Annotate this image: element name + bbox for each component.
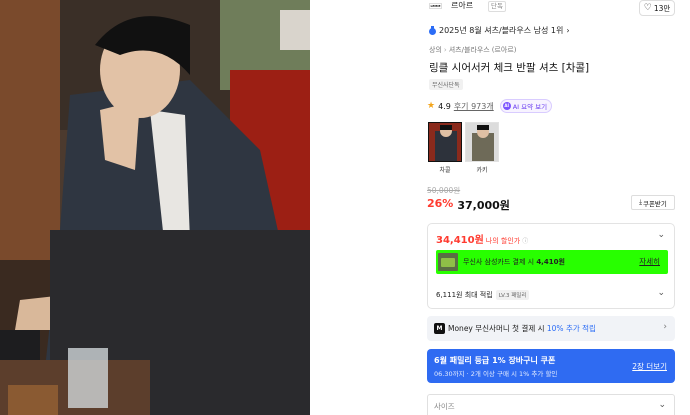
- coupon-banner[interactable]: 6월 패밀리 등급 1% 장바구니 쿠폰 06.30까지 · 2개 이상 구매 …: [427, 349, 675, 383]
- brand-row: LEMIE 르아르 단독: [427, 0, 675, 14]
- color-option-khaki[interactable]: 카키: [465, 122, 499, 174]
- price-row: 26% 37,000원: [427, 197, 510, 213]
- review-count-link[interactable]: 후기 973개: [454, 101, 494, 112]
- star-icon: ★: [427, 101, 436, 111]
- money-text: Money 무신사머니 첫 결제 시 10% 추가 적립: [448, 323, 596, 334]
- my-price-label: 나의 할인가: [485, 237, 521, 245]
- card-image: [438, 253, 458, 271]
- color-label: 차콜: [439, 167, 451, 174]
- ai-summary-button[interactable]: AI AI 요약 보기: [499, 99, 553, 113]
- review-row: ★ 4.9 후기 973개 AI AI 요약 보기: [427, 99, 553, 113]
- money-percent: 10% 추가 적립: [546, 324, 596, 333]
- musinsa-money-banner[interactable]: M Money 무신사머니 첫 결제 시 10% 추가 적립 ›: [427, 316, 675, 341]
- card-offer-amount: 4,410원: [536, 258, 565, 266]
- chevron-right-icon: ›: [566, 26, 570, 35]
- coupon-more-link[interactable]: 2장 더보기: [632, 361, 667, 372]
- discount-box: 34,410원 나의 할인가 ⓘ ⌄ 무신사 삼성카드 결제 시 4,410원 …: [427, 223, 675, 309]
- like-count: 13만: [653, 3, 671, 13]
- like-button[interactable]: ♡ 13만: [639, 0, 675, 16]
- rating-value: 4.9: [438, 101, 451, 111]
- size-select[interactable]: 사이즈 ⌄: [427, 394, 675, 415]
- money-text-prefix: Money 무신사머니 첫 결제 시: [448, 324, 547, 333]
- ai-icon: AI: [502, 102, 511, 110]
- card-offer-text: 무신사 삼성카드 결제 시 4,410원: [463, 257, 565, 267]
- sale-price: 37,000원: [457, 199, 510, 212]
- exclusive-badge: 무신사단독: [429, 79, 463, 90]
- heart-icon: ♡: [643, 2, 652, 13]
- ranking-text: 2025년 8월 셔츠/블라우스 남성 1위: [439, 26, 564, 35]
- coupon-title: 6월 패밀리 등급 1% 장바구니 쿠폰: [434, 356, 556, 365]
- chevron-down-icon[interactable]: ⌄: [657, 230, 665, 240]
- breadcrumb-separator: ›: [443, 46, 447, 54]
- points-row[interactable]: 6,111원 최대 적립 LV.3 패밀리: [436, 290, 530, 300]
- coupon-button-label: 쿠폰받기: [642, 199, 667, 208]
- download-icon: ⤓: [639, 198, 642, 206]
- info-icon[interactable]: ⓘ: [522, 236, 528, 245]
- color-thumbnail: [428, 122, 462, 162]
- my-price-amount: 34,410원: [436, 235, 484, 246]
- color-options: 차콜 카키: [428, 122, 499, 174]
- chevron-right-icon: ›: [663, 322, 667, 332]
- product-page: LEMIE 르아르 단독 ♡ 13만 2025년 8월 셔츠/블라우스 남성 1…: [0, 0, 690, 415]
- coupon-subtitle: 06.30까지 · 2개 이상 구매 시 1% 추가 할인: [434, 370, 558, 378]
- size-placeholder: 사이즈: [434, 402, 455, 411]
- color-option-charcoal[interactable]: 차콜: [428, 122, 462, 174]
- points-text: 6,111원 최대 적립: [436, 291, 493, 299]
- card-offer-prefix: 무신사 삼성카드 결제 시: [463, 258, 537, 266]
- member-level-badge: LV.3 패밀리: [495, 290, 530, 300]
- brand-name[interactable]: 르아르: [451, 0, 473, 11]
- chevron-down-icon: ⌄: [658, 400, 666, 410]
- product-main-image[interactable]: [0, 0, 310, 415]
- discount-rate: 26%: [427, 197, 454, 210]
- card-offer-detail-link[interactable]: 자세히: [639, 256, 660, 267]
- breadcrumb: 상의 › 셔츠/블라우스 (르아르): [429, 45, 517, 55]
- color-label: 카키: [476, 167, 488, 174]
- product-photo-illustration: [0, 0, 310, 415]
- money-logo-icon: M: [434, 323, 445, 334]
- ai-summary-label: AI 요약 보기: [512, 103, 548, 111]
- card-offer-banner[interactable]: 무신사 삼성카드 결제 시 4,410원 자세히: [436, 250, 668, 274]
- breadcrumb-item[interactable]: 셔츠/블라우스: [449, 46, 490, 54]
- coupon-download-button[interactable]: ⤓ 쿠폰받기: [631, 195, 675, 210]
- color-thumbnail: [465, 122, 499, 162]
- original-price: 50,000원: [427, 186, 461, 195]
- breadcrumb-item[interactable]: (르아르): [492, 46, 517, 54]
- chevron-down-icon[interactable]: ⌄: [657, 288, 665, 298]
- medal-icon: [429, 26, 436, 35]
- exclusive-tag: 단독: [488, 1, 506, 12]
- ranking-link[interactable]: 2025년 8월 셔츠/블라우스 남성 1위 ›: [429, 25, 570, 36]
- product-title: 링클 시어서커 체크 반팔 셔츠 [차콜]: [429, 62, 590, 74]
- brand-logo[interactable]: LEMIE: [429, 3, 442, 9]
- product-info-panel: LEMIE 르아르 단독 ♡ 13만 2025년 8월 셔츠/블라우스 남성 1…: [427, 0, 675, 415]
- breadcrumb-item[interactable]: 상의: [429, 46, 442, 54]
- my-price-row[interactable]: 34,410원 나의 할인가 ⓘ: [436, 231, 528, 246]
